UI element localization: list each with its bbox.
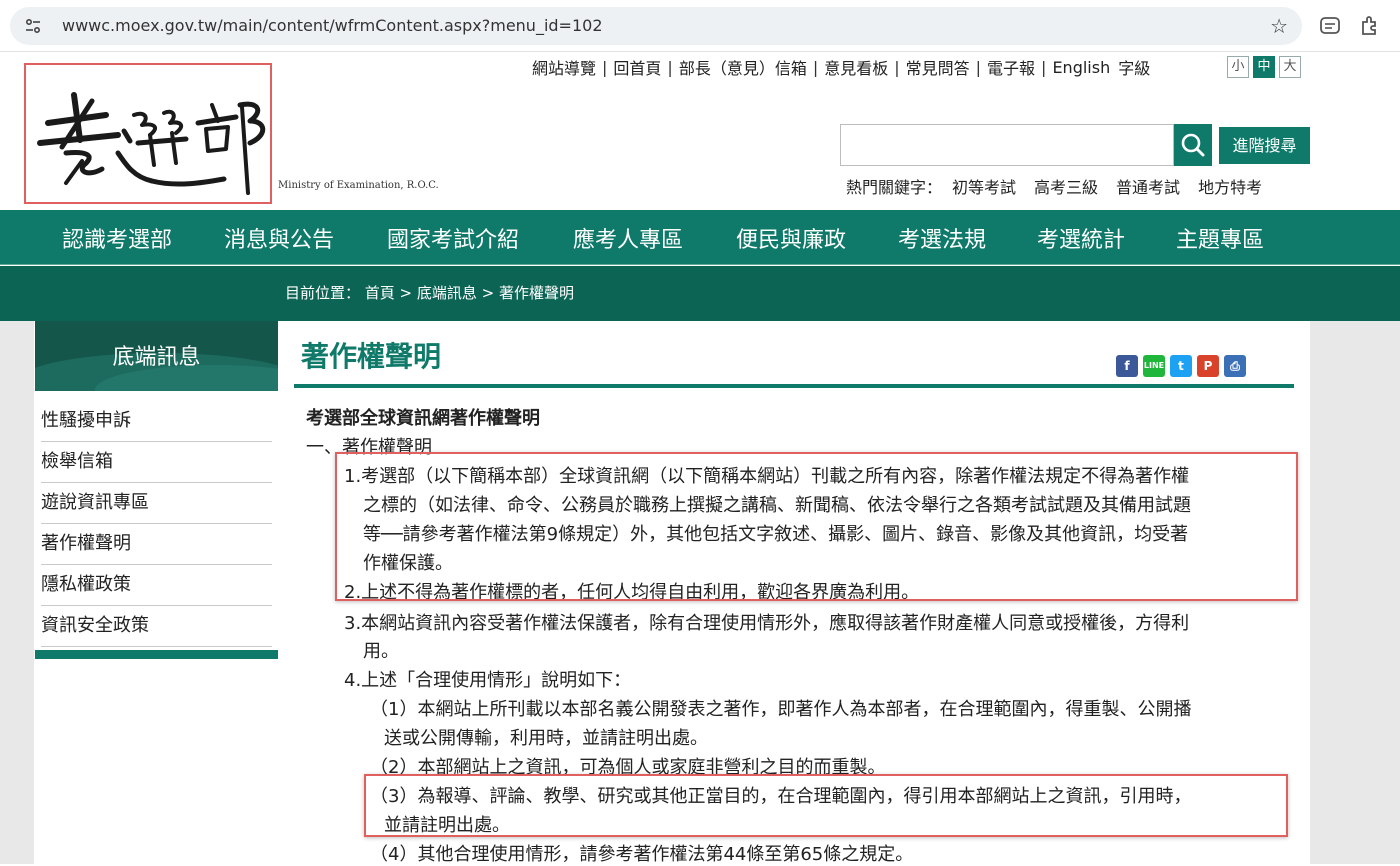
- sidebar-item-copyright[interactable]: 著作權聲明: [41, 524, 272, 565]
- share-buttons: f LINE t P ⎙: [1116, 355, 1246, 377]
- nav-regulations[interactable]: 考選法規: [898, 222, 986, 254]
- link-sitemap[interactable]: 網站導覽: [532, 55, 596, 79]
- sidebar-item-report-mailbox[interactable]: 檢舉信箱: [41, 442, 272, 483]
- link-separator: |: [667, 57, 673, 77]
- sidebar: 底端訊息 性騷擾申訴 檢舉信箱 遊說資訊專區 著作權聲明 隱私權政策 資訊安全政…: [35, 321, 278, 659]
- hot-keyword-link[interactable]: 地方特考: [1198, 174, 1262, 198]
- link-separator: |: [894, 57, 900, 77]
- link-opinion-board[interactable]: 意見看板: [824, 55, 888, 79]
- page-margin: [0, 321, 34, 864]
- utility-links: 網站導覽 | 回首頁 | 部長（意見）信箱 | 意見看板 | 常見問答 | 電子…: [532, 55, 1151, 79]
- breadcrumb-bar: 目前位置： 首頁 > 底端訊息 > 著作權聲明: [0, 266, 1400, 321]
- site-logo[interactable]: [24, 63, 272, 204]
- link-separator: |: [602, 57, 608, 77]
- highlight-box: [335, 452, 1298, 601]
- advanced-search-button[interactable]: 進階搜尋: [1219, 127, 1310, 164]
- sidebar-item-privacy[interactable]: 隱私權政策: [41, 565, 272, 606]
- font-size-large-button[interactable]: 大: [1279, 56, 1301, 78]
- link-faq[interactable]: 常見問答: [906, 55, 970, 79]
- line-icon[interactable]: LINE: [1143, 355, 1165, 377]
- doc-line: （1）本網站上所刊載以本部名義公開發表之著作，即著作人為本部者，在合理範圍內，得…: [370, 699, 1192, 720]
- title-divider: [294, 384, 1294, 388]
- link-home[interactable]: 回首頁: [613, 55, 661, 79]
- nav-about[interactable]: 認識考選部: [62, 222, 172, 254]
- sidebar-title: 底端訊息: [112, 345, 201, 370]
- browser-toolbar: wwwc.moex.gov.tw/main/content/wfrmConten…: [0, 0, 1400, 52]
- nav-news[interactable]: 消息與公告: [224, 222, 334, 254]
- page-title: 著作權聲明: [301, 340, 442, 373]
- logo-calligraphy: [37, 92, 266, 195]
- hot-keyword-link[interactable]: 高考三級: [1034, 174, 1098, 198]
- twitter-icon[interactable]: t: [1170, 355, 1192, 377]
- extension-chat-icon[interactable]: [1318, 14, 1342, 38]
- hot-keyword-link[interactable]: 初等考試: [952, 174, 1016, 198]
- nav-exams[interactable]: 國家考試介紹: [387, 222, 519, 254]
- link-separator: |: [812, 57, 819, 77]
- sidebar-footer-bar: [35, 650, 278, 659]
- main-navigation: 認識考選部 消息與公告 國家考試介紹 應考人專區 便民與廉政 考選法規 考選統計…: [0, 210, 1400, 265]
- link-english[interactable]: English: [1052, 58, 1110, 77]
- search-input[interactable]: [840, 124, 1174, 166]
- print-icon[interactable]: ⎙: [1224, 355, 1246, 377]
- font-size-switcher: 小 中 大: [1227, 56, 1301, 78]
- hot-keywords: 熱門關鍵字： 初等考試 高考三級 普通考試 地方特考: [846, 174, 1262, 198]
- extensions-puzzle-icon[interactable]: [1358, 14, 1382, 38]
- hot-keywords-label: 熱門關鍵字：: [846, 178, 943, 197]
- web-page: Ministry of Examination, R.O.C. 網站導覽 | 回…: [0, 52, 1400, 865]
- link-minister-mailbox[interactable]: 部長（意見）信箱: [679, 55, 807, 79]
- page-margin: [1310, 321, 1400, 864]
- sidebar-list: 性騷擾申訴 檢舉信箱 遊說資訊專區 著作權聲明 隱私權政策 資訊安全政策: [41, 401, 272, 647]
- nav-statistics[interactable]: 考選統計: [1037, 222, 1125, 254]
- bookmark-star-icon[interactable]: ☆: [1270, 14, 1288, 38]
- sidebar-item-lobbying[interactable]: 遊說資訊專區: [41, 483, 272, 524]
- sidebar-item-infosec[interactable]: 資訊安全政策: [41, 606, 272, 647]
- main-content: 著作權聲明 f LINE t P ⎙ 考選部全球資訊網著作權聲明 一、著作權聲明…: [294, 321, 1298, 865]
- nav-services[interactable]: 便民與廉政: [736, 222, 846, 254]
- search-icon: [1181, 133, 1205, 157]
- sidebar-item-harassment[interactable]: 性騷擾申訴: [41, 401, 272, 442]
- doc-line: 4.上述「合理使用情形」說明如下：: [344, 670, 632, 691]
- plurk-icon[interactable]: P: [1197, 355, 1219, 377]
- logo-caption: Ministry of Examination, R.O.C.: [278, 180, 439, 191]
- hot-keyword-link[interactable]: 普通考試: [1116, 174, 1180, 198]
- url-text[interactable]: wwwc.moex.gov.tw/main/content/wfrmConten…: [62, 16, 603, 35]
- font-size-medium-button[interactable]: 中: [1253, 56, 1275, 78]
- link-separator: |: [975, 57, 982, 77]
- font-size-small-button[interactable]: 小: [1227, 56, 1249, 78]
- doc-line: 送或公開傳輸，利用時，並請註明出處。: [384, 728, 708, 749]
- facebook-icon[interactable]: f: [1116, 355, 1138, 377]
- site-settings-icon[interactable]: [24, 17, 42, 35]
- link-newsletter[interactable]: 電子報: [987, 55, 1035, 79]
- nav-candidates[interactable]: 應考人專區: [573, 222, 683, 254]
- address-bar[interactable]: wwwc.moex.gov.tw/main/content/wfrmConten…: [10, 7, 1302, 45]
- link-separator: |: [1041, 57, 1047, 77]
- font-size-label: 字級: [1118, 59, 1151, 78]
- sidebar-header: 底端訊息: [35, 321, 278, 391]
- highlight-box: [364, 774, 1288, 837]
- doc-heading: 考選部全球資訊網著作權聲明: [306, 408, 540, 429]
- nav-topics[interactable]: 主題專區: [1176, 222, 1264, 254]
- doc-line: （4）其他合理使用情形，請參考著作權法第44條至第65條之規定。: [370, 844, 914, 865]
- breadcrumb[interactable]: 目前位置： 首頁 > 底端訊息 > 著作權聲明: [285, 282, 574, 303]
- doc-line: 用。: [363, 641, 399, 662]
- search-button[interactable]: [1174, 124, 1212, 166]
- doc-line: 3.本網站資訊內容受著作權法保護者，除有合理使用情形外，應取得該著作財產權人同意…: [344, 613, 1190, 634]
